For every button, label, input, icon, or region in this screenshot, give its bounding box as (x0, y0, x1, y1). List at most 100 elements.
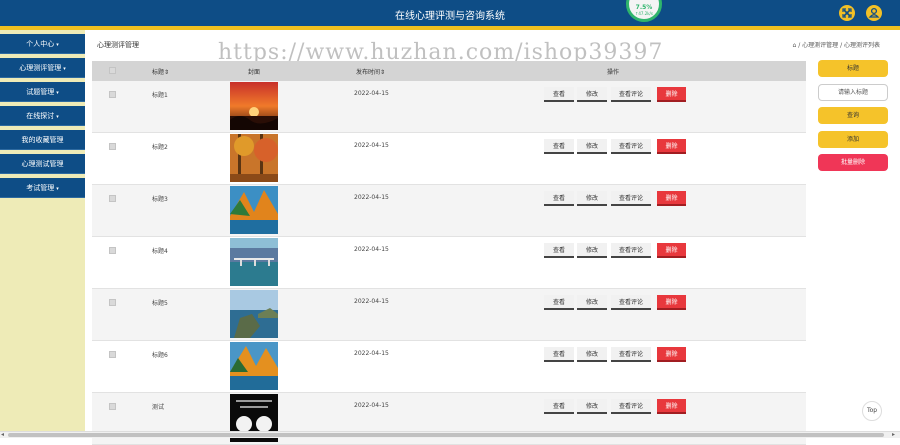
breadcrumb: ⌂ / 心理测评管理 / 心理测评列表 (792, 42, 881, 49)
row-cover-image (230, 238, 278, 286)
view-button[interactable]: 查看 (544, 243, 574, 258)
scroll-left-icon[interactable]: ◂ (1, 431, 4, 438)
sidebar-item-online-discussion[interactable]: 在线探讨 ▾ (0, 106, 85, 126)
select-all-checkbox[interactable] (109, 67, 116, 74)
sidebar-item-label: 试题管理 (26, 88, 55, 96)
table-row: 标题2 2022-04-15 查看 修改 查看评论 删除 (92, 133, 806, 185)
row-title: 测试 (152, 404, 165, 411)
sidebar-item-exam-management[interactable]: 考试管理 ▾ (0, 178, 85, 198)
sidebar-item-favorites-management[interactable]: 我的收藏管理 (0, 130, 85, 150)
row-date: 2022-04-15 (354, 246, 389, 253)
row-checkbox[interactable] (109, 403, 116, 410)
view-comments-button[interactable]: 查看评论 (611, 399, 651, 414)
top-bar: 在线心理评测与咨询系统 (0, 0, 900, 30)
row-date: 2022-04-15 (354, 298, 389, 305)
row-checkbox[interactable] (109, 247, 116, 254)
scroll-right-icon[interactable]: ▸ (892, 431, 895, 438)
home-icon[interactable]: ⌂ (793, 42, 797, 49)
breadcrumb-text[interactable]: 心理测评管理 / 心理测评列表 (802, 42, 880, 49)
table-row: 标题4 2022-04-15 查看 修改 查看评论 删除 (92, 237, 806, 289)
sidebar-item-label: 在线探讨 (26, 112, 55, 120)
row-date: 2022-04-15 (354, 350, 389, 357)
delete-button[interactable]: 删除 (657, 295, 686, 310)
view-button[interactable]: 查看 (544, 139, 574, 154)
delete-button[interactable]: 删除 (657, 399, 686, 414)
view-comments-button[interactable]: 查看评论 (611, 243, 651, 258)
sidebar-item-label: 心理测试管理 (21, 160, 64, 168)
sidebar-item-label: 我的收藏管理 (21, 136, 64, 144)
query-button[interactable]: 查询 (818, 107, 888, 124)
caret-down-icon: ▾ (56, 90, 59, 96)
edit-button[interactable]: 修改 (577, 191, 607, 206)
row-cover-image (230, 186, 278, 234)
row-checkbox[interactable] (109, 195, 116, 202)
row-title: 标题3 (152, 196, 168, 203)
sidebar-item-assessment-management[interactable]: 心理测评管理 ▾ (0, 58, 85, 78)
column-date[interactable]: 发布时间⇕ (356, 67, 385, 76)
view-comments-button[interactable]: 查看评论 (611, 295, 651, 310)
edit-button[interactable]: 修改 (577, 87, 607, 102)
view-button[interactable]: 查看 (544, 295, 574, 310)
view-button[interactable]: 查看 (544, 87, 574, 102)
edit-button[interactable]: 修改 (577, 243, 607, 258)
sidebar-item-test-management[interactable]: 心理测试管理 (0, 154, 85, 174)
table-row: 标题3 2022-04-15 查看 修改 查看评论 删除 (92, 185, 806, 237)
badge-sub: ↑47.2k/s (634, 11, 653, 16)
delete-button[interactable]: 删除 (657, 347, 686, 362)
caret-down-icon: ▾ (63, 66, 66, 72)
table-row: 标题1 2022-04-15 查看 修改 查看评论 删除 (92, 81, 806, 133)
add-button[interactable]: 添加 (818, 131, 888, 148)
view-button[interactable]: 查看 (544, 191, 574, 206)
view-button[interactable]: 查看 (544, 347, 574, 362)
row-cover-image (230, 82, 278, 130)
delete-button[interactable]: 删除 (657, 139, 686, 154)
row-checkbox[interactable] (109, 351, 116, 358)
table-header: 标题⇕ 封面 发布时间⇕ 操作 (92, 61, 806, 81)
row-checkbox[interactable] (109, 91, 116, 98)
row-title: 标题4 (152, 248, 168, 255)
row-title: 标题5 (152, 300, 168, 307)
edit-button[interactable]: 修改 (577, 347, 607, 362)
delete-button[interactable]: 删除 (657, 191, 686, 206)
view-comments-button[interactable]: 查看评论 (611, 347, 651, 362)
view-comments-button[interactable]: 查看评论 (611, 139, 651, 154)
row-date: 2022-04-15 (354, 194, 389, 201)
header-accent-stripe (0, 26, 900, 30)
view-button[interactable]: 查看 (544, 399, 574, 414)
page-title: 心理测评管理 (97, 41, 139, 49)
edit-button[interactable]: 修改 (577, 139, 607, 154)
scrollbar-thumb[interactable] (8, 433, 884, 437)
view-comments-button[interactable]: 查看评论 (611, 87, 651, 102)
edit-button[interactable]: 修改 (577, 399, 607, 414)
row-date: 2022-04-15 (354, 142, 389, 149)
back-to-top-button[interactable]: Top (862, 401, 882, 421)
column-title[interactable]: 标题⇕ (152, 67, 169, 76)
row-cover-image (230, 342, 278, 390)
caret-down-icon: ▾ (56, 42, 59, 48)
badge-value: 7.5% (635, 4, 653, 11)
title-filter-button[interactable]: 标题 (818, 60, 888, 77)
caret-down-icon: ▾ (56, 114, 59, 120)
row-checkbox[interactable] (109, 299, 116, 306)
user-icon[interactable] (866, 5, 882, 21)
row-cover-image (230, 290, 278, 338)
delete-button[interactable]: 删除 (657, 87, 686, 102)
row-cover-image (230, 134, 278, 182)
row-checkbox[interactable] (109, 143, 116, 150)
view-comments-button[interactable]: 查看评论 (611, 191, 651, 206)
sidebar-item-personal-center[interactable]: 个人中心 ▾ (0, 34, 85, 54)
batch-delete-button[interactable]: 批量删除 (818, 154, 888, 171)
caret-down-icon: ▾ (56, 186, 59, 192)
sidebar-item-question-management[interactable]: 试题管理 ▾ (0, 82, 85, 102)
delete-button[interactable]: 删除 (657, 243, 686, 258)
sidebar-item-label: 心理测评管理 (19, 64, 62, 72)
sidebar-item-label: 个人中心 (26, 40, 55, 48)
column-ops: 操作 (607, 69, 620, 76)
column-cover: 封面 (248, 69, 261, 76)
edit-button[interactable]: 修改 (577, 295, 607, 310)
search-input[interactable]: 请输入标题 (818, 84, 888, 101)
horizontal-scrollbar[interactable]: ◂ ▸ (0, 431, 900, 438)
row-title: 标题1 (152, 92, 168, 99)
row-date: 2022-04-15 (354, 90, 389, 97)
expand-icon[interactable] (839, 5, 855, 21)
